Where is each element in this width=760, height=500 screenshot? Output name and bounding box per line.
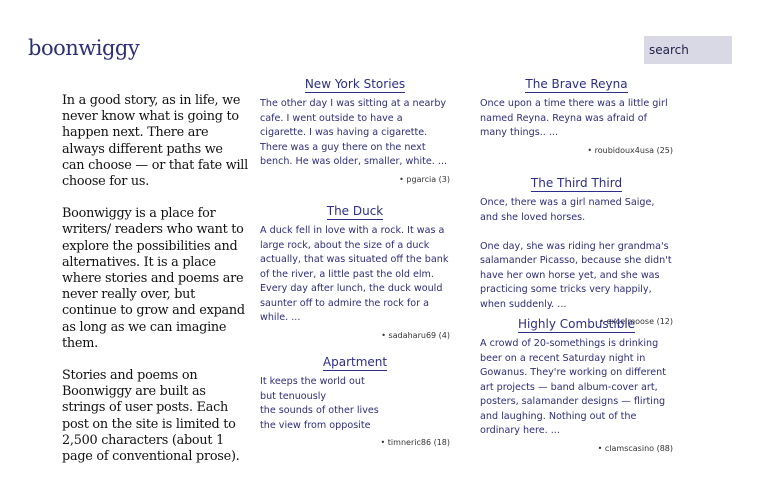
story-title-link[interactable]: Apartment bbox=[322, 355, 388, 371]
story-title: The Brave Reyna bbox=[480, 77, 673, 93]
story-title-link[interactable]: The Third Third bbox=[530, 176, 623, 192]
story-title-link[interactable]: The Duck bbox=[326, 204, 384, 220]
story-title-link[interactable]: New York Stories bbox=[304, 77, 406, 93]
intro-paragraph: Stories and poems on Boonwiggy are built… bbox=[62, 368, 240, 465]
story-title: The Third Third bbox=[480, 176, 673, 192]
story-excerpt: It keeps the world out but tenuously the… bbox=[260, 376, 379, 431]
story-excerpt: A duck fell in love with a rock. It was … bbox=[260, 225, 449, 323]
site-logo[interactable]: boonwiggy bbox=[28, 36, 140, 60]
story-title-link[interactable]: The Brave Reyna bbox=[525, 77, 628, 93]
story-title: Apartment bbox=[260, 355, 450, 371]
story-title: Highly Combustible bbox=[480, 317, 673, 333]
story-title-link[interactable]: Highly Combustible bbox=[517, 317, 636, 333]
story-author[interactable]: • clamscasino (88) bbox=[480, 444, 673, 453]
intro-paragraph: In a good story, as in life, we never kn… bbox=[62, 93, 248, 190]
story-card-highly-combustible: Highly Combustible A crowd of 20-somethi… bbox=[480, 317, 673, 453]
story-card-the-duck: The Duck A duck fell in love with a rock… bbox=[260, 204, 450, 340]
story-excerpt: The other day I was sitting at a nearby … bbox=[260, 98, 448, 167]
story-author[interactable]: • pgarcia (3) bbox=[260, 175, 450, 184]
story-author[interactable]: • sadaharu69 (4) bbox=[260, 331, 450, 340]
story-card-apartment: Apartment It keeps the world out but ten… bbox=[260, 355, 450, 447]
story-title: The Duck bbox=[260, 204, 450, 220]
story-card-new-york-stories: New York Stories The other day I was sit… bbox=[260, 77, 450, 184]
intro-text: In a good story, as in life, we never kn… bbox=[62, 93, 248, 481]
story-excerpt: Once upon a time there was a little girl… bbox=[480, 98, 668, 138]
story-title: New York Stories bbox=[260, 77, 450, 93]
story-author[interactable]: • timneric86 (18) bbox=[260, 438, 450, 447]
story-excerpt: Once, there was a girl named Saige, and … bbox=[480, 197, 672, 310]
intro-paragraph: Boonwiggy is a place for writers/ reader… bbox=[62, 206, 245, 351]
story-card-the-third-third: The Third Third Once, there was a girl n… bbox=[480, 176, 673, 326]
story-author[interactable]: • roubidoux4usa (25) bbox=[480, 146, 673, 155]
story-excerpt: A crowd of 20-somethings is drinking bee… bbox=[480, 338, 666, 436]
search-input[interactable] bbox=[644, 36, 732, 64]
story-card-the-brave-reyna: The Brave Reyna Once upon a time there w… bbox=[480, 77, 673, 155]
